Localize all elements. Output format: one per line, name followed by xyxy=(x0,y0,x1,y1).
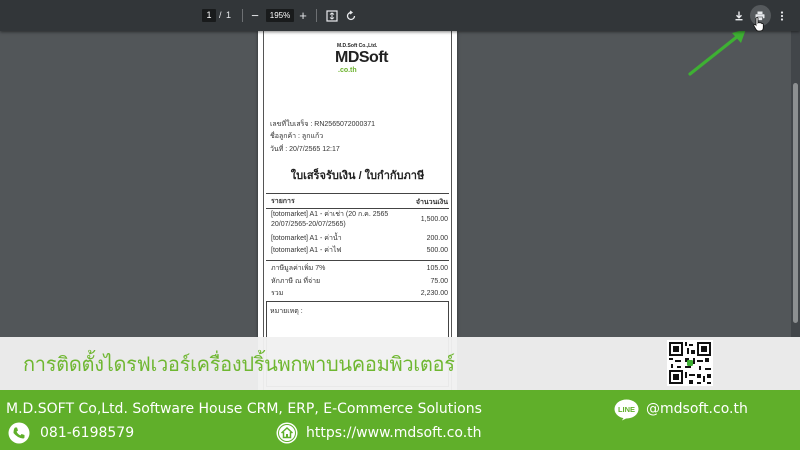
pointer-arrow-icon xyxy=(688,29,746,76)
qr-code xyxy=(667,340,713,386)
header-divider xyxy=(266,208,449,209)
page-separator: / xyxy=(219,10,222,20)
phone-icon xyxy=(8,422,30,444)
page-number-input[interactable]: 1 xyxy=(202,9,216,22)
items-divider xyxy=(266,260,449,261)
total-label: รวม xyxy=(271,290,284,297)
line-id[interactable]: @mdsoft.co.th xyxy=(646,401,748,417)
withholding-amount: 75.00 xyxy=(430,278,448,285)
zoom-out-button[interactable]: − xyxy=(248,8,262,23)
line-item-name: [totomarket] A1 - ค่าเช่า (20 ก.ค. 2565 xyxy=(271,211,389,218)
line-item-amount: 200.00 xyxy=(426,235,448,242)
total-pages: 1 xyxy=(226,10,232,20)
remark-label: หมายเหตุ : xyxy=(270,308,303,315)
line-item-amount: 1,500.00 xyxy=(420,216,448,223)
receipt-title: ใบเสร็จรับเงิน / ใบกำกับภาษี xyxy=(290,170,425,182)
vertical-scrollbar[interactable] xyxy=(791,31,800,337)
logo-domain-text: .co.th xyxy=(338,67,357,74)
zoom-in-button[interactable]: + xyxy=(296,8,310,23)
line-badge-text: LINE xyxy=(618,405,635,414)
logo-brand-text: MDSoft xyxy=(335,49,388,66)
rotate-icon xyxy=(346,10,356,21)
more-options-button[interactable] xyxy=(775,8,789,23)
vat-label: ภาษีมูลค่าเพิ่ม 7% xyxy=(271,265,326,272)
total-amount: 2,230.00 xyxy=(420,290,448,297)
line-item-name-cont: 20/07/2565-20/07/2565) xyxy=(271,221,346,228)
vat-amount: 105.00 xyxy=(426,265,448,272)
toolbar-divider xyxy=(316,9,317,22)
withholding-label: หักภาษี ณ ที่จ่าย xyxy=(271,278,321,285)
zoom-level-input[interactable]: 195% xyxy=(266,9,294,22)
download-icon xyxy=(735,11,743,21)
line-item-amount: 500.00 xyxy=(426,247,448,254)
fit-page-icon xyxy=(326,10,338,22)
fit-page-button[interactable] xyxy=(325,8,339,23)
company-tagline: M.D.SOFT Co,Ltd. Software House CRM, ERP… xyxy=(6,401,482,417)
banner-title: การติดตั้งไดรฟเวอร์เครื่องปริ้นพกพาบนคอม… xyxy=(23,352,455,376)
mouse-cursor-icon xyxy=(753,17,764,32)
toolbar-divider xyxy=(242,9,243,22)
website-link[interactable]: https://www.mdsoft.co.th xyxy=(306,425,482,441)
download-button[interactable] xyxy=(732,8,746,23)
more-vert-icon xyxy=(780,11,784,21)
home-icon xyxy=(276,422,298,444)
phone-number[interactable]: 081-6198579 xyxy=(40,425,134,441)
customer-name: ชื่อลูกค้า : ลูกแก้ว xyxy=(270,133,324,140)
receipt-date: วันที่ : 20/7/2565 12:17 xyxy=(270,146,340,153)
pdf-toolbar: 1 / 1 − 195% + xyxy=(0,0,800,32)
receipt-number: เลขที่ใบเสร็จ : RN2565072000371 xyxy=(270,121,376,128)
column-header-amount: จำนวนเงิน xyxy=(415,199,448,206)
footer-bar: M.D.SOFT Co,Ltd. Software House CRM, ERP… xyxy=(0,390,800,450)
rotate-button[interactable] xyxy=(344,8,358,23)
column-header-item: รายการ xyxy=(271,198,295,205)
line-item-name: [totomarket] A1 - ค่าไฟ xyxy=(271,247,342,254)
table-top-border xyxy=(266,193,449,194)
line-item-name: [totomarket] A1 - ค่าน้ำ xyxy=(271,235,342,242)
scrollbar-thumb[interactable] xyxy=(793,83,798,323)
line-icon: LINE xyxy=(614,399,639,421)
